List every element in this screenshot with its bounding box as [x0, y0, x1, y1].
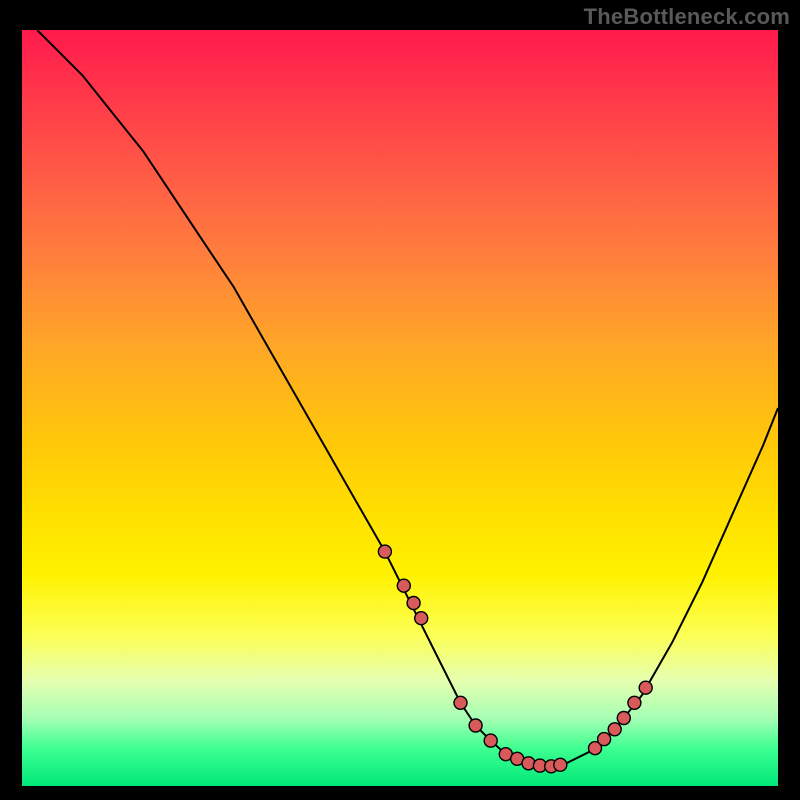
highlight-dot: [415, 612, 428, 625]
highlight-dot: [617, 712, 630, 725]
highlight-dot: [554, 758, 567, 771]
highlight-dot: [628, 696, 641, 709]
highlight-dot: [407, 597, 420, 610]
highlight-dot: [608, 723, 621, 736]
highlight-dot: [484, 734, 497, 747]
highlight-dot: [397, 579, 410, 592]
highlight-dot: [454, 696, 467, 709]
highlight-dot: [469, 719, 482, 732]
highlight-dot: [378, 545, 391, 558]
highlight-dot: [598, 733, 611, 746]
chart-frame: TheBottleneck.com: [0, 0, 800, 800]
highlight-dots: [378, 545, 652, 773]
plot-area: [22, 30, 778, 786]
watermark-text: TheBottleneck.com: [584, 4, 790, 30]
highlight-dot: [639, 681, 652, 694]
curve-svg: [22, 30, 778, 786]
bottleneck-curve: [37, 30, 778, 766]
highlight-dot: [522, 757, 535, 770]
